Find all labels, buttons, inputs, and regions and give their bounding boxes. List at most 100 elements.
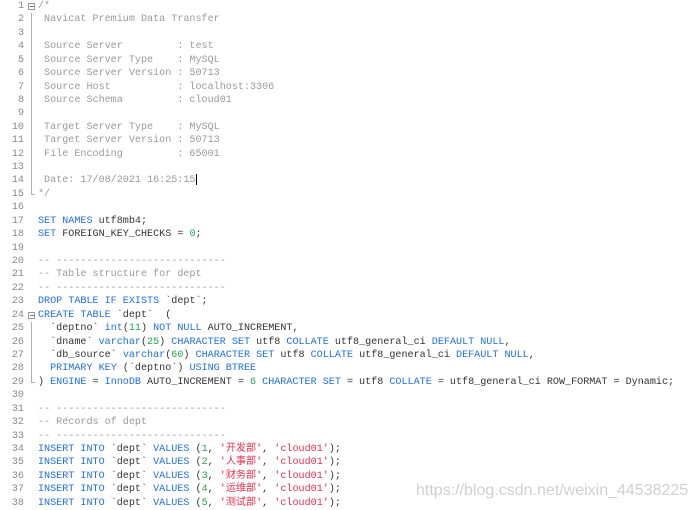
keyword-token: VALUES xyxy=(153,484,190,496)
code-token: , xyxy=(207,443,220,455)
code-line[interactable]: 35 INSERT INTO `dept` VALUES (2, '人事部', '… xyxy=(0,456,698,469)
line-number: 18 xyxy=(11,229,24,241)
number-token: 25 xyxy=(147,336,160,348)
code-line[interactable]: 25 `deptno` int(11) NOT NULL AUTO_INCREM… xyxy=(0,322,698,336)
fold-collapse-icon[interactable] xyxy=(28,309,36,322)
code-line[interactable]: 3 xyxy=(0,26,698,41)
code-line[interactable]: 26 `dname` varchar(25) CHARACTER SET utf… xyxy=(0,335,698,350)
comment-token: -- ---------------------------- xyxy=(38,403,226,415)
code-line[interactable]: 14 Date: 17/08/2021 16:25:15 xyxy=(0,174,698,189)
line-number: 24 xyxy=(11,309,24,321)
keyword-token: InnoDB xyxy=(104,376,141,388)
code-text: Source Server Type : MySQL xyxy=(38,54,220,67)
code-line[interactable]: 5 Source Server Type : MySQL xyxy=(0,53,698,68)
code-token: utf8_general_ci xyxy=(328,336,432,348)
code-line[interactable]: 30 xyxy=(0,389,698,402)
code-text: -- Records of dept xyxy=(38,416,147,429)
comment-token: -- Table structure for dept xyxy=(38,269,202,281)
code-line[interactable]: 1 /* xyxy=(0,0,698,13)
code-line[interactable]: 29) ENGINE = InnoDB AUTO_INCREMENT = 6 C… xyxy=(0,375,698,389)
keyword-token: CREATE TABLE xyxy=(38,309,111,321)
string-token: '财务部' xyxy=(219,470,263,482)
code-line[interactable]: 4 Source Server : test xyxy=(0,40,698,55)
fold-guide-line xyxy=(28,147,36,162)
code-line[interactable]: 6 Source Server Version : 50713 xyxy=(0,67,698,81)
code-text: -- ---------------------------- xyxy=(38,403,226,416)
code-line[interactable]: 18 SET FOREIGN_KEY_CHECKS = 0; xyxy=(0,228,698,241)
watermark: https://blog.csdn.net/weixin_44538225 xyxy=(416,482,689,499)
code-line[interactable]: 15 */ xyxy=(0,187,698,201)
code-line[interactable]: 33 -- ---------------------------- xyxy=(0,430,698,443)
code-line[interactable]: 9 xyxy=(0,107,698,122)
code-line[interactable]: 11 Target Server Version : 50713 xyxy=(0,134,698,149)
code-line[interactable]: 10 Target Server Type : MySQL xyxy=(0,120,698,135)
line-number: 35 xyxy=(11,457,24,469)
string-token: 'cloud01' xyxy=(274,470,329,482)
code-token: utf8 xyxy=(274,349,311,361)
comment-token: Navicat Premium Data Transfer xyxy=(38,14,220,26)
line-number: 2 xyxy=(17,14,24,26)
code-token: ) xyxy=(141,323,154,335)
keyword-token: PRIMARY KEY xyxy=(50,363,117,375)
code-line[interactable]: 22 -- ---------------------------- xyxy=(0,282,698,295)
line-number: 26 xyxy=(11,336,24,348)
keyword-token: INSERT INTO xyxy=(38,457,105,469)
code-token: utf8mb4; xyxy=(92,215,148,227)
code-line[interactable]: 19 xyxy=(0,242,698,255)
fold-guide-line xyxy=(28,362,36,377)
line-number: 28 xyxy=(11,363,24,375)
sql-code-editor[interactable]: 1/* 2 Navicat Premium Data Transfer 3 4 Sou… xyxy=(0,0,698,510)
fold-collapse-icon[interactable] xyxy=(28,0,36,13)
code-text: File Encoding : 65001 xyxy=(38,148,220,161)
code-line[interactable]: 17 SET NAMES utf8mb4; xyxy=(0,215,698,228)
code-line[interactable]: 31 -- ---------------------------- xyxy=(0,403,698,416)
line-number: 29 xyxy=(11,376,24,388)
code-token: , xyxy=(528,349,535,361)
fold-guide-line xyxy=(28,107,36,122)
code-token: ) xyxy=(38,376,51,388)
code-token: ); xyxy=(328,470,341,482)
code-text: DROP TABLE IF EXISTS `dept`; xyxy=(38,295,208,308)
code-line[interactable]: 34 INSERT INTO `dept` VALUES (1, '开发部', '… xyxy=(0,443,698,456)
code-line[interactable]: 24 CREATE TABLE `dept` ( xyxy=(0,309,698,322)
code-token: FOREIGN_KEY_CHECKS = xyxy=(56,229,190,241)
line-number: 38 xyxy=(11,497,24,509)
code-line[interactable]: 27 `db_source` varchar(60) CHARACTER SET… xyxy=(0,348,698,363)
fold-guide-line xyxy=(28,161,36,175)
line-number: 16 xyxy=(11,202,24,214)
code-line[interactable]: 32 -- Records of dept xyxy=(0,416,698,429)
code-line[interactable]: 7 Source Host : localhost:3306 xyxy=(0,80,698,95)
fold-guide-line xyxy=(28,322,36,336)
keyword-token: int xyxy=(104,323,123,335)
keyword-token: SET xyxy=(38,229,57,241)
string-token: 'cloud01' xyxy=(274,484,329,496)
fold-guide-line xyxy=(28,120,36,135)
fold-guide-line xyxy=(28,174,36,189)
keyword-token: DROP TABLE IF EXISTS xyxy=(38,296,160,308)
code-token: , xyxy=(207,470,220,482)
code-text: Source Server Version : 50713 xyxy=(38,67,220,80)
comment-token: */ xyxy=(38,188,51,200)
code-text: */ xyxy=(38,188,50,201)
line-number: 12 xyxy=(11,148,24,160)
code-token: = utf8_general_ci ROW_FORMAT = Dynamic; xyxy=(431,376,675,388)
code-line[interactable]: 8 Source Schema : cloud01 xyxy=(0,93,698,108)
code-line[interactable]: 28 PRIMARY KEY (`deptno`) USING BTREE xyxy=(0,362,698,377)
code-line[interactable]: 23 DROP TABLE IF EXISTS `dept`; xyxy=(0,295,698,308)
code-line[interactable]: 16 xyxy=(0,201,698,214)
code-text: Target Server Version : 50713 xyxy=(38,134,220,147)
line-number: 21 xyxy=(11,269,24,281)
code-text: /* xyxy=(38,0,50,13)
keyword-token: NOT NULL xyxy=(153,323,202,335)
fold-guide-line xyxy=(28,134,36,149)
code-line[interactable]: 13 xyxy=(0,161,698,175)
code-line[interactable]: 20 -- ---------------------------- xyxy=(0,255,698,268)
code-line[interactable]: 12 File Encoding : 65001 xyxy=(0,147,698,162)
code-text: INSERT INTO `dept` VALUES (2, '人事部', 'cl… xyxy=(38,456,341,469)
keyword-token: INSERT INTO xyxy=(38,470,105,482)
code-line[interactable]: 2 Navicat Premium Data Transfer xyxy=(0,13,698,28)
code-line[interactable]: 21 -- Table structure for dept xyxy=(0,268,698,281)
comment-token: Source Server : test xyxy=(38,41,214,53)
string-token: '运维部' xyxy=(219,484,263,496)
